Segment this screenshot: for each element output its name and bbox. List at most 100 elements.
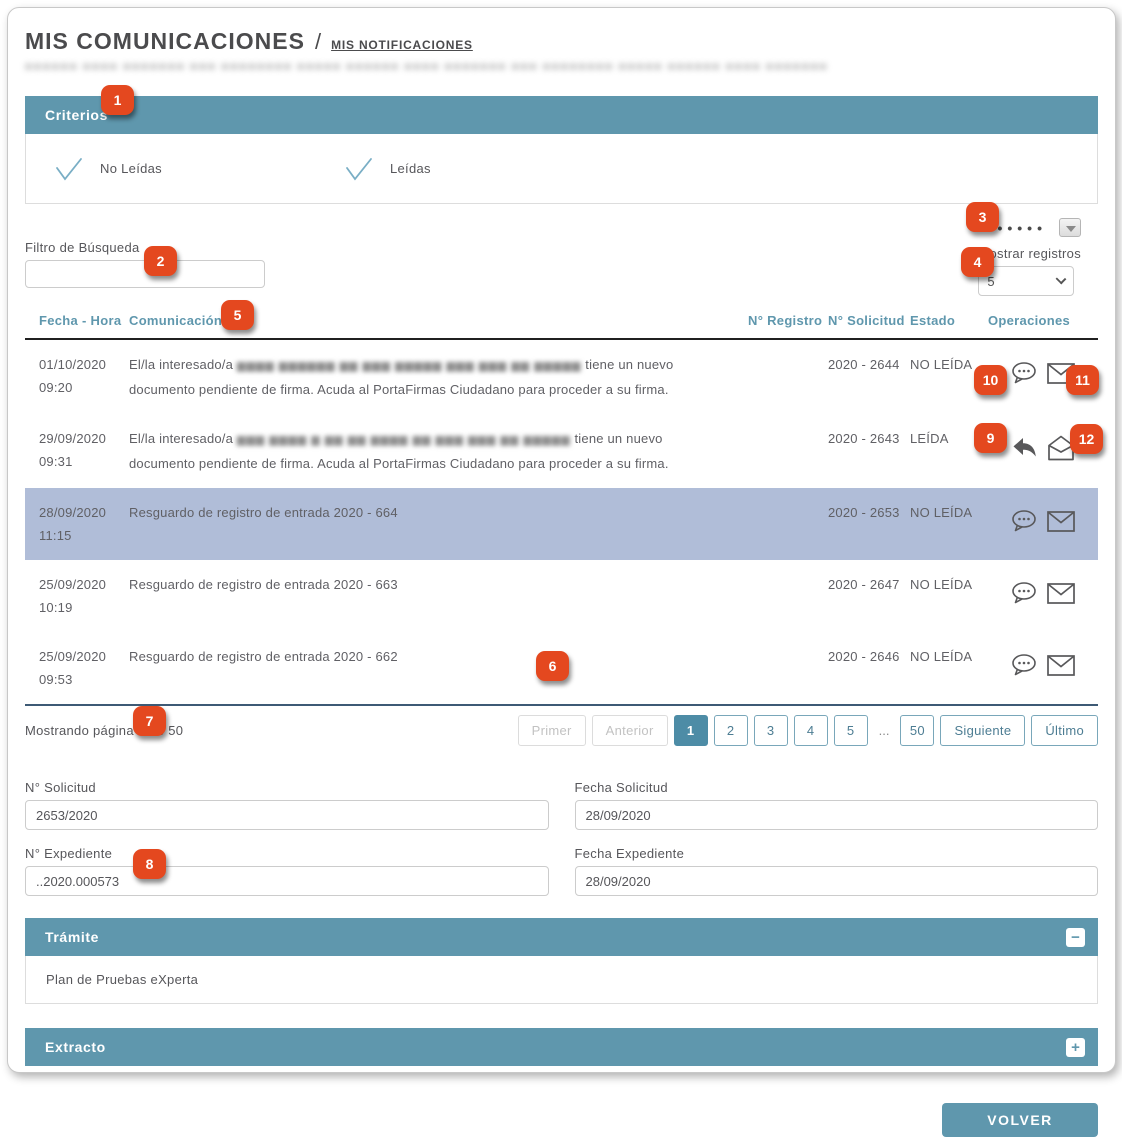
- field-fecha-solicitud: Fecha Solicitud: [575, 780, 1099, 830]
- cell-operaciones: [988, 573, 1098, 605]
- mail-closed-icon[interactable]: [1047, 511, 1075, 532]
- annotation-badge-1: 1: [101, 85, 134, 115]
- check-icon: [54, 156, 84, 182]
- checkbox-no-leidas[interactable]: No Leídas: [54, 156, 162, 182]
- cell-fecha: 29/09/202009:31: [25, 427, 129, 473]
- checkbox-leidas[interactable]: Leídas: [344, 156, 431, 182]
- extracto-title: Extracto: [45, 1039, 106, 1055]
- expand-icon[interactable]: +: [1066, 1038, 1085, 1057]
- n-expediente-label: N° Expediente: [25, 846, 549, 861]
- annotation-badge-7: 7: [133, 706, 166, 736]
- last-page-button[interactable]: Último: [1031, 715, 1098, 746]
- criterios-header: Criterios: [25, 96, 1098, 134]
- chevron-down-icon: [1066, 226, 1076, 232]
- col-operaciones[interactable]: Operaciones: [988, 312, 1098, 329]
- field-fecha-expediente: Fecha Expediente: [575, 846, 1099, 896]
- field-n-expediente: N° Expediente: [25, 846, 549, 896]
- detail-form: N° Solicitud Fecha Solicitud N° Expedien…: [25, 780, 1098, 896]
- pager-buttons: Primer Anterior 1 2 3 4 5 ... 50 Siguien…: [518, 715, 1098, 746]
- footer: VOLVER: [25, 1103, 1098, 1137]
- page-button-1[interactable]: 1: [674, 715, 708, 746]
- tramite-body: Plan de Pruebas eXperta: [25, 956, 1098, 1004]
- pager-ellipsis: ...: [874, 723, 895, 738]
- table-header-row: Fecha - Hora Comunicación N° Registro N°…: [25, 312, 1098, 340]
- redacted-name: ▆▆▆▆ ▆▆▆▆▆▆ ▆▆ ▆▆▆ ▆▆▆▆▆ ▆▆▆ ▆▆▆ ▆▆ ▆▆▆▆…: [237, 360, 582, 372]
- col-registro[interactable]: N° Registro: [748, 312, 828, 329]
- page-button-5[interactable]: 5: [834, 715, 868, 746]
- annotation-badge-5: 5: [221, 300, 254, 330]
- page-header: MIS COMUNICACIONES / MIS NOTIFICACIONES: [25, 24, 1098, 55]
- page-button-4[interactable]: 4: [794, 715, 828, 746]
- cell-operaciones: [988, 645, 1098, 677]
- comment-icon[interactable]: [1011, 581, 1038, 605]
- field-n-solicitud: N° Solicitud: [25, 780, 549, 830]
- comment-icon[interactable]: [1011, 653, 1038, 677]
- table-row[interactable]: 29/09/202009:31 El/la interesado/a ▆▆▆ ▆…: [25, 414, 1098, 488]
- col-solicitud[interactable]: N° Solicitud: [828, 312, 910, 329]
- cell-solicitud: 2020 - 2643: [828, 427, 910, 450]
- fecha-expediente-input[interactable]: [575, 866, 1099, 896]
- checkbox-label: Leídas: [390, 161, 431, 176]
- first-page-button[interactable]: Primer: [518, 715, 586, 746]
- page-title: MIS COMUNICACIONES: [25, 28, 305, 55]
- comment-icon[interactable]: [1011, 361, 1038, 385]
- page-frame: MIS COMUNICACIONES / MIS NOTIFICACIONES …: [7, 7, 1116, 1073]
- annotation-badge-12: 12: [1070, 424, 1103, 454]
- communications-table: Fecha - Hora Comunicación N° Registro N°…: [25, 312, 1098, 706]
- fecha-solicitud-input[interactable]: [575, 800, 1099, 830]
- cell-solicitud: 2020 - 2647: [828, 573, 910, 596]
- annotation-badge-2: 2: [144, 246, 177, 276]
- criterios-body: No Leídas Leídas: [25, 134, 1098, 204]
- redacted-strip: ▆▆▆▆▆▆ ▆▆▆▆ ▆▆▆▆▆▆▆ ▆▆▆ ▆▆▆▆▆▆▆▆ ▆▆▆▆▆ ▆…: [25, 61, 835, 70]
- annotation-badge-4: 4: [961, 247, 994, 277]
- cell-estado: NO LEÍDA: [910, 573, 988, 596]
- next-page-button[interactable]: Siguiente: [940, 715, 1025, 746]
- page-button-3[interactable]: 3: [754, 715, 788, 746]
- cell-comunicacion: Resguardo de registro de entrada 2020 - …: [129, 645, 748, 668]
- col-fecha-hora[interactable]: Fecha - Hora: [25, 312, 129, 329]
- annotation-badge-9: 9: [974, 423, 1007, 453]
- extracto-header: Extracto +: [25, 1028, 1098, 1066]
- col-estado[interactable]: Estado: [910, 312, 988, 329]
- dots-dropdown-button[interactable]: [1059, 218, 1081, 237]
- cell-fecha: 01/10/202009:20: [25, 353, 129, 399]
- mail-closed-icon[interactable]: [1047, 583, 1075, 604]
- collapse-icon[interactable]: −: [1066, 928, 1085, 947]
- n-expediente-input[interactable]: [25, 866, 549, 896]
- table-row[interactable]: 25/09/202010:19 Resguardo de registro de…: [25, 560, 1098, 632]
- cell-fecha: 25/09/202010:19: [25, 573, 129, 619]
- tramite-header: Trámite −: [25, 918, 1098, 956]
- table-row[interactable]: 01/10/202009:20 El/la interesado/a ▆▆▆▆ …: [25, 340, 1098, 414]
- dots-group: ••••••: [988, 218, 1081, 237]
- page-button-2[interactable]: 2: [714, 715, 748, 746]
- fecha-expediente-label: Fecha Expediente: [575, 846, 1099, 861]
- n-solicitud-input[interactable]: [25, 800, 549, 830]
- cell-solicitud: 2020 - 2644: [828, 353, 910, 376]
- mis-notificaciones-link[interactable]: MIS NOTIFICACIONES: [331, 38, 473, 52]
- tramite-title: Trámite: [45, 929, 99, 945]
- checkbox-label: No Leídas: [100, 161, 162, 176]
- volver-button[interactable]: VOLVER: [942, 1103, 1098, 1137]
- comment-icon[interactable]: [1011, 509, 1038, 533]
- cell-solicitud: 2020 - 2646: [828, 645, 910, 668]
- annotation-badge-3: 3: [966, 202, 999, 232]
- annotation-badge-11: 11: [1066, 365, 1099, 395]
- pagination: Mostrando página 1 de 50 Primer Anterior…: [25, 706, 1098, 746]
- n-solicitud-label: N° Solicitud: [25, 780, 549, 795]
- cell-comunicacion: El/la interesado/a ▆▆▆▆ ▆▆▆▆▆▆ ▆▆ ▆▆▆ ▆▆…: [129, 353, 748, 401]
- extracto-panel: Extracto +: [25, 1028, 1098, 1066]
- redacted-name: ▆▆▆ ▆▆▆▆ ▆ ▆▆ ▆▆ ▆▆▆▆ ▆▆ ▆▆▆ ▆▆▆ ▆▆ ▆▆▆▆…: [237, 434, 571, 446]
- cell-estado: NO LEÍDA: [910, 501, 988, 524]
- cell-comunicacion: Resguardo de registro de entrada 2020 - …: [129, 501, 748, 524]
- table-row-selected[interactable]: 28/09/202011:15 Resguardo de registro de…: [25, 488, 1098, 560]
- reply-icon[interactable]: [1012, 437, 1038, 459]
- annotation-badge-6: 6: [536, 651, 569, 681]
- cell-comunicacion: Resguardo de registro de entrada 2020 - …: [129, 573, 748, 596]
- criterios-panel: Criterios No Leídas Leídas: [25, 96, 1098, 204]
- page-button-50[interactable]: 50: [900, 715, 934, 746]
- cell-comunicacion: El/la interesado/a ▆▆▆ ▆▆▆▆ ▆ ▆▆ ▆▆ ▆▆▆▆…: [129, 427, 748, 475]
- mail-closed-icon[interactable]: [1047, 655, 1075, 676]
- prev-page-button[interactable]: Anterior: [592, 715, 668, 746]
- tramite-content: Plan de Pruebas eXperta: [46, 972, 198, 987]
- check-icon: [344, 156, 374, 182]
